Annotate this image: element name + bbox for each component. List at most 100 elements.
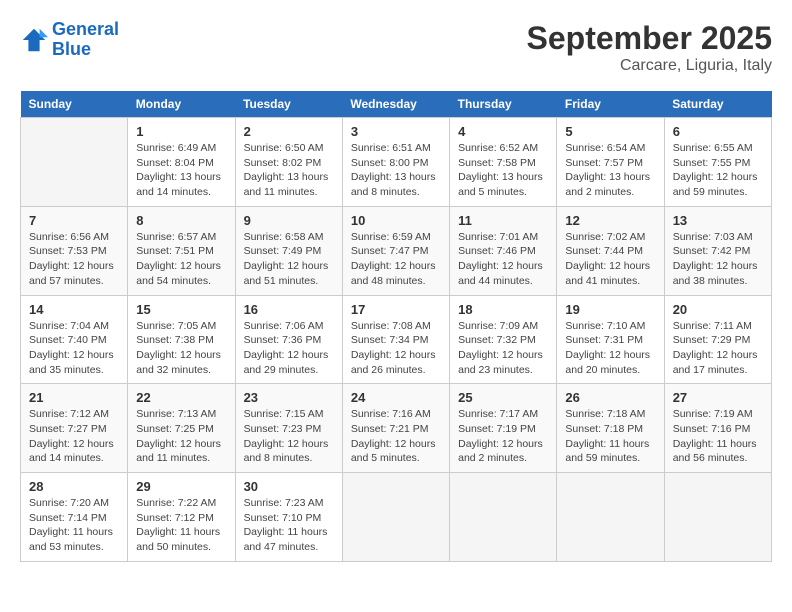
day-number: 21 (29, 390, 119, 405)
day-info: Sunrise: 6:49 AM Sunset: 8:04 PM Dayligh… (136, 141, 226, 200)
header-cell-wednesday: Wednesday (342, 91, 449, 118)
logo-icon (20, 26, 48, 54)
day-number: 24 (351, 390, 441, 405)
day-cell: 30 Sunrise: 7:23 AM Sunset: 7:10 PM Dayli… (235, 473, 342, 562)
day-cell: 20 Sunrise: 7:11 AM Sunset: 7:29 PM Dayli… (664, 295, 771, 384)
day-number: 23 (244, 390, 334, 405)
day-cell: 11Sunrise: 7:01 AM Sunset: 7:46 PM Dayli… (450, 206, 557, 295)
week-row-3: 14 Sunrise: 7:04 AM Sunset: 7:40 PM Dayli… (21, 295, 772, 384)
day-cell: 25 Sunrise: 7:17 AM Sunset: 7:19 PM Dayli… (450, 384, 557, 473)
week-row-2: 7Sunrise: 6:56 AM Sunset: 7:53 PM Daylig… (21, 206, 772, 295)
day-info: Sunrise: 6:57 AM Sunset: 7:51 PM Dayligh… (136, 230, 226, 289)
day-number: 28 (29, 479, 119, 494)
day-info: Sunrise: 7:03 AM Sunset: 7:42 PM Dayligh… (673, 230, 763, 289)
day-cell: 26Sunrise: 7:18 AM Sunset: 7:18 PM Dayli… (557, 384, 664, 473)
day-number: 22 (136, 390, 226, 405)
day-number: 18 (458, 302, 548, 317)
calendar-header: SundayMondayTuesdayWednesdayThursdayFrid… (21, 91, 772, 118)
day-cell: 28 Sunrise: 7:20 AM Sunset: 7:14 PM Dayli… (21, 473, 128, 562)
day-number: 19 (565, 302, 655, 317)
day-number: 2 (244, 124, 334, 139)
day-cell: 8Sunrise: 6:57 AM Sunset: 7:51 PM Daylig… (128, 206, 235, 295)
day-number: 3 (351, 124, 441, 139)
day-info: Sunrise: 7:11 AM Sunset: 7:29 PM Dayligh… (673, 319, 763, 378)
day-cell: 23Sunrise: 7:15 AM Sunset: 7:23 PM Dayli… (235, 384, 342, 473)
day-number: 25 (458, 390, 548, 405)
day-info: Sunrise: 7:09 AM Sunset: 7:32 PM Dayligh… (458, 319, 548, 378)
header-cell-thursday: Thursday (450, 91, 557, 118)
day-info: Sunrise: 7:17 AM Sunset: 7:19 PM Dayligh… (458, 407, 548, 466)
day-cell (450, 473, 557, 562)
day-cell: 10 Sunrise: 6:59 AM Sunset: 7:47 PM Dayli… (342, 206, 449, 295)
day-info: Sunrise: 7:20 AM Sunset: 7:14 PM Dayligh… (29, 496, 119, 555)
day-cell: 18 Sunrise: 7:09 AM Sunset: 7:32 PM Dayli… (450, 295, 557, 384)
day-number: 14 (29, 302, 119, 317)
page-header: General Blue September 2025 Carcare, Lig… (20, 20, 772, 75)
day-cell: 21 Sunrise: 7:12 AM Sunset: 7:27 PM Dayli… (21, 384, 128, 473)
day-info: Sunrise: 6:54 AM Sunset: 7:57 PM Dayligh… (565, 141, 655, 200)
day-cell: 7Sunrise: 6:56 AM Sunset: 7:53 PM Daylig… (21, 206, 128, 295)
day-info: Sunrise: 6:50 AM Sunset: 8:02 PM Dayligh… (244, 141, 334, 200)
day-number: 16 (244, 302, 334, 317)
day-info: Sunrise: 7:19 AM Sunset: 7:16 PM Dayligh… (673, 407, 763, 466)
day-cell (21, 118, 128, 207)
day-number: 20 (673, 302, 763, 317)
day-cell: 22 Sunrise: 7:13 AM Sunset: 7:25 PM Dayli… (128, 384, 235, 473)
day-cell (664, 473, 771, 562)
day-info: Sunrise: 6:58 AM Sunset: 7:49 PM Dayligh… (244, 230, 334, 289)
week-row-5: 28 Sunrise: 7:20 AM Sunset: 7:14 PM Dayli… (21, 473, 772, 562)
header-row: SundayMondayTuesdayWednesdayThursdayFrid… (21, 91, 772, 118)
header-cell-monday: Monday (128, 91, 235, 118)
calendar-table: SundayMondayTuesdayWednesdayThursdayFrid… (20, 91, 772, 562)
day-number: 13 (673, 213, 763, 228)
logo-text: General Blue (52, 20, 119, 60)
logo-general: General (52, 19, 119, 39)
day-cell: 4Sunrise: 6:52 AM Sunset: 7:58 PM Daylig… (450, 118, 557, 207)
day-number: 11 (458, 213, 548, 228)
day-number: 6 (673, 124, 763, 139)
page-subtitle: Carcare, Liguria, Italy (527, 57, 772, 75)
day-info: Sunrise: 7:13 AM Sunset: 7:25 PM Dayligh… (136, 407, 226, 466)
day-info: Sunrise: 7:22 AM Sunset: 7:12 PM Dayligh… (136, 496, 226, 555)
day-number: 12 (565, 213, 655, 228)
day-info: Sunrise: 7:04 AM Sunset: 7:40 PM Dayligh… (29, 319, 119, 378)
day-cell (342, 473, 449, 562)
day-cell: 9 Sunrise: 6:58 AM Sunset: 7:49 PM Daylig… (235, 206, 342, 295)
day-info: Sunrise: 7:16 AM Sunset: 7:21 PM Dayligh… (351, 407, 441, 466)
day-info: Sunrise: 7:02 AM Sunset: 7:44 PM Dayligh… (565, 230, 655, 289)
day-number: 29 (136, 479, 226, 494)
header-cell-friday: Friday (557, 91, 664, 118)
day-info: Sunrise: 7:23 AM Sunset: 7:10 PM Dayligh… (244, 496, 334, 555)
day-cell: 5 Sunrise: 6:54 AM Sunset: 7:57 PM Daylig… (557, 118, 664, 207)
day-cell: 17Sunrise: 7:08 AM Sunset: 7:34 PM Dayli… (342, 295, 449, 384)
day-number: 7 (29, 213, 119, 228)
day-cell: 12 Sunrise: 7:02 AM Sunset: 7:44 PM Dayli… (557, 206, 664, 295)
header-cell-saturday: Saturday (664, 91, 771, 118)
day-number: 30 (244, 479, 334, 494)
day-info: Sunrise: 7:12 AM Sunset: 7:27 PM Dayligh… (29, 407, 119, 466)
header-cell-sunday: Sunday (21, 91, 128, 118)
day-info: Sunrise: 7:18 AM Sunset: 7:18 PM Dayligh… (565, 407, 655, 466)
day-cell: 1 Sunrise: 6:49 AM Sunset: 8:04 PM Daylig… (128, 118, 235, 207)
day-number: 9 (244, 213, 334, 228)
day-number: 17 (351, 302, 441, 317)
day-number: 27 (673, 390, 763, 405)
day-info: Sunrise: 7:06 AM Sunset: 7:36 PM Dayligh… (244, 319, 334, 378)
day-cell: 24 Sunrise: 7:16 AM Sunset: 7:21 PM Dayli… (342, 384, 449, 473)
day-cell: 2 Sunrise: 6:50 AM Sunset: 8:02 PM Daylig… (235, 118, 342, 207)
day-info: Sunrise: 7:10 AM Sunset: 7:31 PM Dayligh… (565, 319, 655, 378)
day-number: 5 (565, 124, 655, 139)
day-cell: 3Sunrise: 6:51 AM Sunset: 8:00 PM Daylig… (342, 118, 449, 207)
day-cell: 19 Sunrise: 7:10 AM Sunset: 7:31 PM Dayli… (557, 295, 664, 384)
day-info: Sunrise: 7:05 AM Sunset: 7:38 PM Dayligh… (136, 319, 226, 378)
day-cell: 15 Sunrise: 7:05 AM Sunset: 7:38 PM Dayli… (128, 295, 235, 384)
day-info: Sunrise: 6:59 AM Sunset: 7:47 PM Dayligh… (351, 230, 441, 289)
page-title: September 2025 (527, 20, 772, 57)
day-number: 15 (136, 302, 226, 317)
day-info: Sunrise: 6:52 AM Sunset: 7:58 PM Dayligh… (458, 141, 548, 200)
day-cell: 16 Sunrise: 7:06 AM Sunset: 7:36 PM Dayli… (235, 295, 342, 384)
day-number: 10 (351, 213, 441, 228)
title-block: September 2025 Carcare, Liguria, Italy (527, 20, 772, 75)
day-number: 1 (136, 124, 226, 139)
header-cell-tuesday: Tuesday (235, 91, 342, 118)
